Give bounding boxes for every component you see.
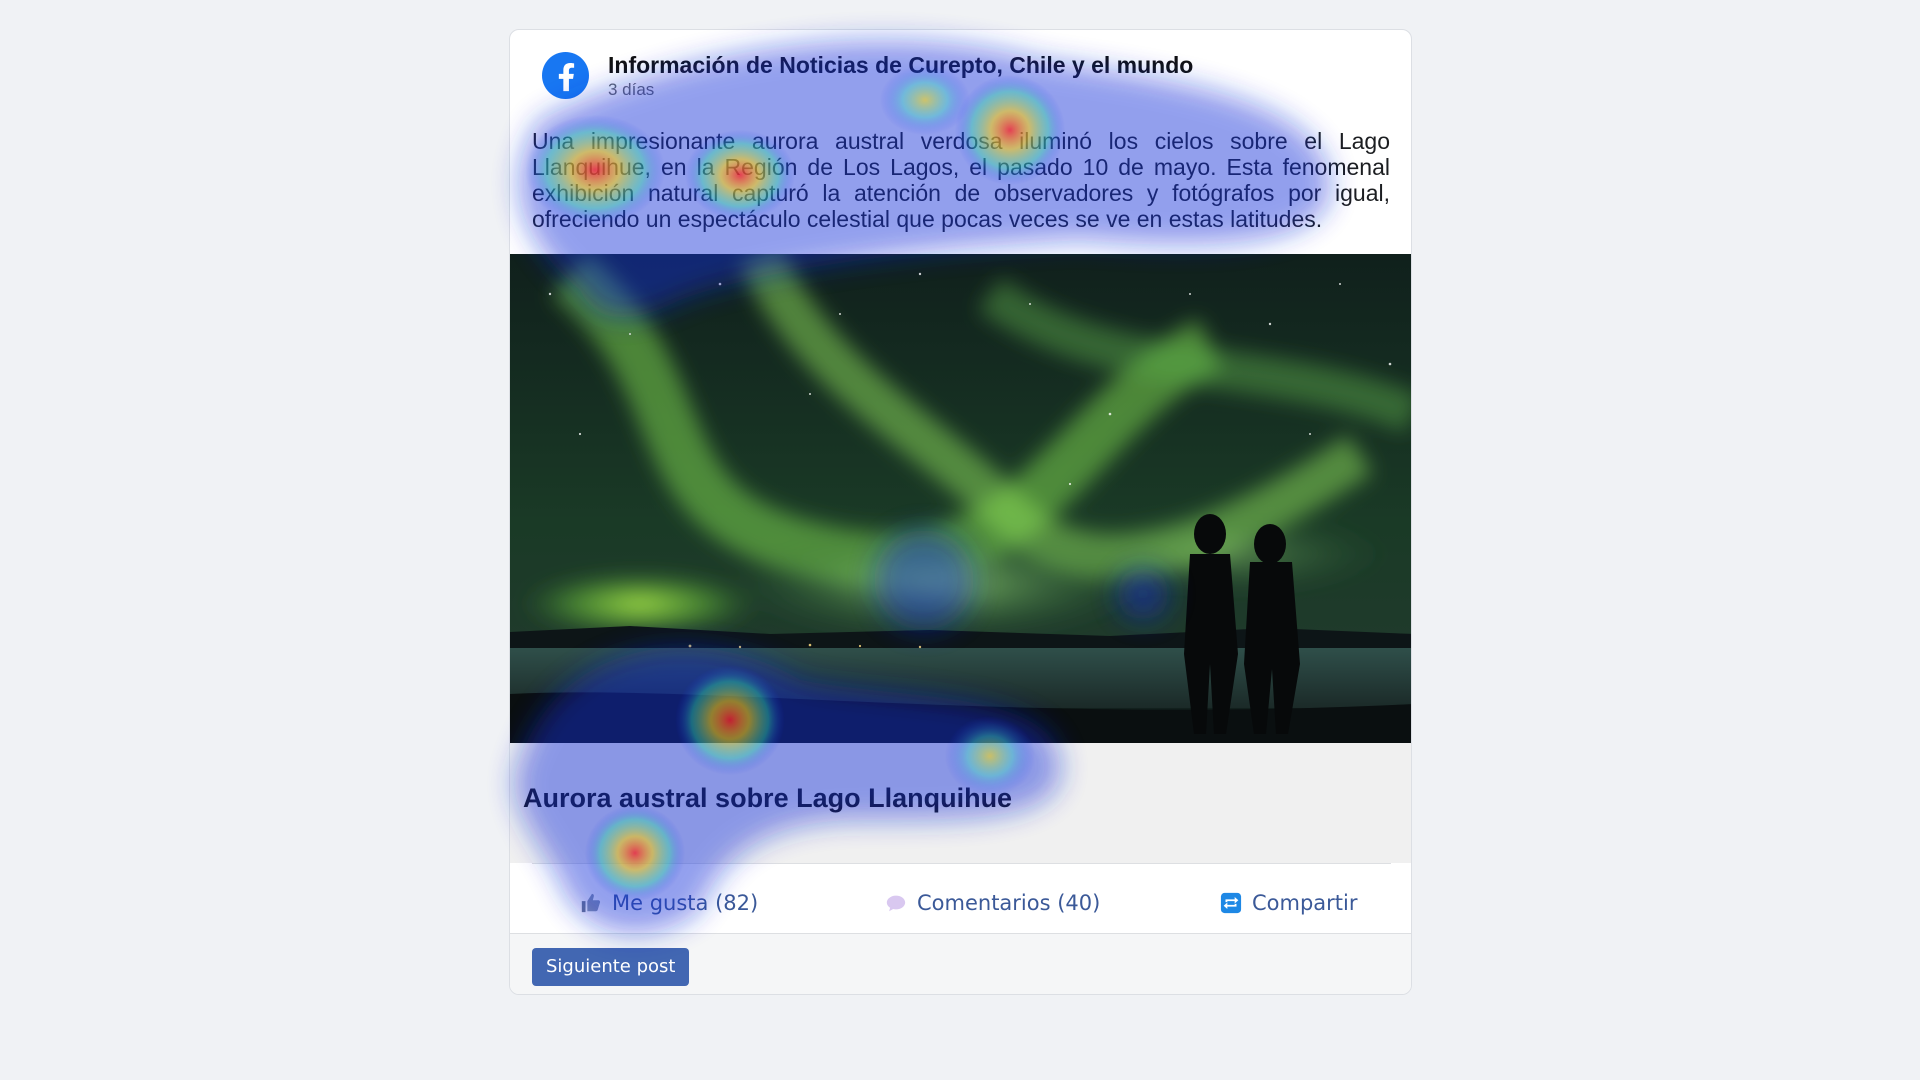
action-bar: Me gusta (82) Comentarios (40) Compartir (510, 863, 1411, 933)
share-button[interactable]: Compartir (1220, 891, 1358, 915)
like-button[interactable]: Me gusta (82) (580, 891, 758, 915)
photo-caption: Aurora austral sobre Lago Llanquihue (523, 783, 1013, 813)
share-label: Compartir (1252, 891, 1358, 915)
comment-label: Comentarios (40) (917, 891, 1101, 915)
post-footer: Siguiente post (510, 933, 1411, 994)
facebook-logo-icon[interactable] (542, 52, 589, 99)
like-label: Me gusta (82) (612, 891, 759, 915)
thumbs-up-icon (581, 893, 601, 913)
share-arrows-icon (1220, 892, 1242, 914)
post-text: Una impresionante aurora austral verdosa… (532, 128, 1390, 232)
post-card: Información de Noticias de Curepto, Chil… (509, 29, 1412, 995)
next-post-button[interactable]: Siguiente post (532, 948, 690, 986)
aurora-photo[interactable] (510, 254, 1412, 743)
page-name[interactable]: Información de Noticias de Curepto, Chil… (608, 52, 1193, 79)
action-divider (532, 863, 1391, 864)
comment-button[interactable]: Comentarios (40) (885, 891, 1100, 915)
speech-bubble-icon (886, 895, 906, 912)
post-header: Información de Noticias de Curepto, Chil… (510, 30, 1411, 120)
caption-box: Aurora austral sobre Lago Llanquihue (510, 743, 1411, 877)
post-timestamp[interactable]: 3 días (608, 80, 654, 100)
